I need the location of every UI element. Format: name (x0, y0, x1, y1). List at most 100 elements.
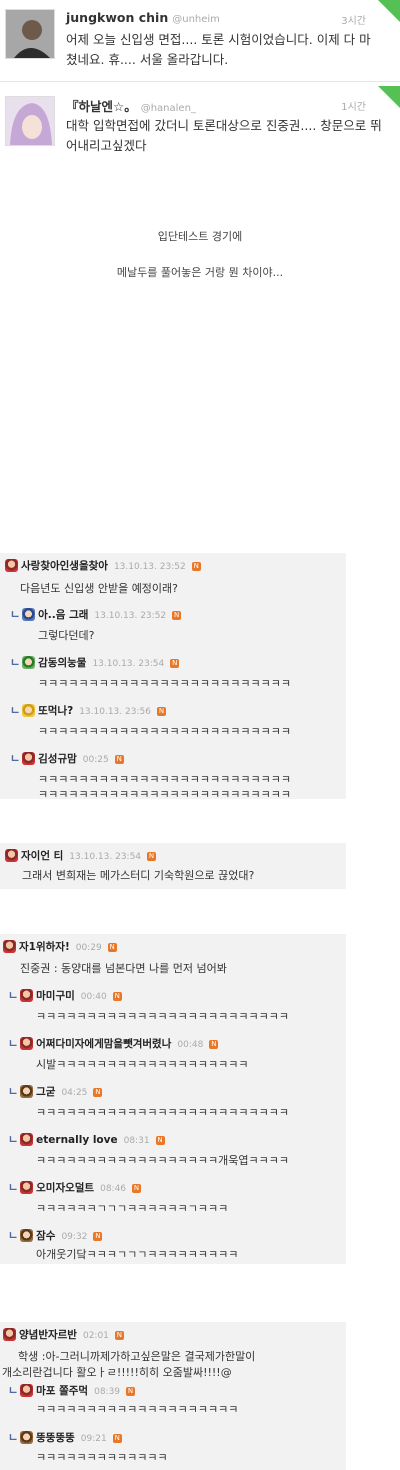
tweet-time[interactable]: 1시간 (341, 98, 366, 113)
user-level-icon (22, 703, 36, 717)
user-level-icon (22, 655, 36, 669)
new-badge-icon: N (107, 942, 117, 952)
avatar[interactable] (5, 9, 55, 59)
tweet-author[interactable]: 『하날엔☆。 @hanalen_ (66, 96, 196, 115)
tweet-author[interactable]: jungkwon chin @unheim (66, 10, 220, 25)
reply-date: 08:31 (123, 1136, 150, 1146)
reply-nick[interactable]: 잠수 (36, 1230, 55, 1242)
reply-date: 13.10.13. 23:52 (94, 611, 167, 621)
new-badge-icon: N (191, 561, 201, 571)
caption-line-2: 메날두를 풀어놓은 거랑 뭔 차이야... (116, 266, 284, 279)
reply-header: ㄴ 아..음 그래 13.10.13. 23:52 N (10, 606, 182, 622)
new-badge-icon: N (170, 658, 180, 668)
reply-text: ㅋㅋㅋㅋㅋㅋㅋㅋㅋㅋㅋㅋㅋㅋㅋㅋㅋㅋ개욱엽ㅋㅋㅋㅋ (36, 1154, 289, 1167)
reply-text: ㅋㅋㅋㅋㅋㅋㅋㅋㅋㅋㅋㅋㅋㅋㅋㅋㅋㅋㅋㅋㅋㅋㅋㅋㅋ (36, 1106, 289, 1119)
comment-nick[interactable]: 양념반자르반 (19, 1329, 77, 1341)
reply-header: ㄴ 어쩌다미자에게맘을뺏겨버렸나 00:48 N (8, 1035, 219, 1051)
comment-nick[interactable]: 자이언 티 (21, 850, 63, 862)
reply-arrow-icon: ㄴ (8, 1181, 19, 1194)
user-level-icon (20, 1228, 34, 1242)
new-badge-icon: N (126, 1386, 136, 1396)
reply-nick[interactable]: 그굳 (36, 1086, 55, 1098)
reply-text: ㅋㅋㅋㅋㅋㅋㅋㅋㅋㅋㅋㅋㅋ (36, 1451, 168, 1464)
reply-header: ㄴ 또먹나? 13.10.13. 23:56 N (10, 702, 166, 718)
user-level-icon (20, 988, 34, 1002)
reply-text: 아개웃기닼ㅋㅋㅋㄱㄱㄱㅋㅋㅋㅋㅋㅋㅋㅋㅋ (36, 1248, 239, 1261)
reply-nick[interactable]: 김성규맘 (38, 753, 77, 765)
reply-nick[interactable]: 감동의눙물 (38, 657, 86, 669)
comment-header: 양념반자르반 02:01 N (3, 1327, 124, 1342)
reply-nick[interactable]: 또먹나? (38, 705, 73, 717)
tweet-1: jungkwon chin @unheim 3시간 어제 오늘 신입생 면접...… (0, 0, 400, 82)
comment-header: 자이언 티 13.10.13. 23:54 N (5, 848, 157, 863)
comment-nick[interactable]: 사랑찾아인생을찾아 (21, 560, 108, 572)
retweet-corner-icon[interactable] (378, 86, 400, 108)
reply-date: 09:21 (80, 1434, 107, 1444)
new-badge-icon: N (112, 1433, 122, 1443)
user-level-icon (20, 1430, 34, 1444)
reply-header: ㄴ 마미구미 00:40 N (8, 987, 122, 1003)
reply-text: ㅋㅋㅋㅋㅋㅋㅋㅋㅋㅋㅋㅋㅋㅋㅋㅋㅋㅋㅋㅋㅋㅋㅋㅋㅋ (38, 788, 291, 801)
new-badge-icon: N (132, 1183, 142, 1193)
reply-text: ㅋㅋㅋㅋㅋㅋㅋㅋㅋㅋㅋㅋㅋㅋㅋㅋㅋㅋㅋㅋㅋㅋㅋㅋㅋ (38, 773, 291, 786)
reply-nick[interactable]: 뚱뚱뚱뚱 (36, 1432, 75, 1444)
reply-date: 08:39 (94, 1387, 121, 1397)
tweet-text: 어제 오늘 신입생 면접.... 토론 시험이었습니다. 이제 다 마쳤네요. … (66, 32, 371, 67)
reply-header: ㄴ 김성규맘 00:25 N (10, 750, 124, 766)
new-badge-icon: N (114, 1330, 124, 1340)
tweet-handle[interactable]: @hanalen_ (141, 103, 196, 114)
comment-date: 02:01 (82, 1331, 109, 1341)
user-level-icon (3, 1327, 16, 1341)
reply-text: ㅋㅋㅋㅋㅋㅋㅋㅋㅋㅋㅋㅋㅋㅋㅋㅋㅋㅋㅋㅋㅋㅋㅋㅋㅋ (38, 725, 291, 738)
new-badge-icon: N (156, 706, 166, 716)
reply-nick[interactable]: 어쩌다미자에게맘을뺏겨버렸나 (36, 1038, 171, 1050)
comment-text: 진중권 : 동양대를 넘본다면 나를 먼저 넘어봐 (20, 962, 227, 975)
reply-nick[interactable]: 마미구미 (36, 990, 75, 1002)
retweet-corner-icon[interactable] (378, 0, 400, 22)
comment-text: 그래서 변희재는 메가스터디 기숙학원으로 끊었대? (22, 869, 255, 882)
user-level-icon (20, 1180, 34, 1194)
reply-arrow-icon: ㄴ (8, 1229, 19, 1242)
comment-date: 13.10.13. 23:52 (113, 562, 186, 572)
comment-header: 사랑찾아인생을찾아 13.10.13. 23:52 N (5, 558, 201, 573)
tweet-time[interactable]: 3시간 (341, 12, 366, 27)
user-level-icon (5, 558, 18, 572)
tweet-handle[interactable]: @unheim (172, 14, 220, 25)
reply-date: 00:40 (80, 992, 107, 1002)
comment-nick[interactable]: 자1위하자! (19, 941, 70, 953)
reply-text: ㅋㅋㅋㅋㅋㅋㅋㅋㅋㅋㅋㅋㅋㅋㅋㅋㅋㅋㅋㅋ (36, 1403, 239, 1416)
reply-nick[interactable]: 오미자오덜트 (36, 1182, 94, 1194)
new-badge-icon: N (114, 754, 124, 764)
tweet-2: 『하날엔☆。 @hanalen_ 1시간 대학 입학면접에 갔더니 토론대상으로 … (0, 86, 400, 164)
new-badge-icon: N (172, 610, 182, 620)
reply-header: ㄴ 마포 쫄주먹 08:39 N (8, 1382, 136, 1398)
reply-arrow-icon: ㄴ (8, 1037, 19, 1050)
reply-nick[interactable]: 마포 쫄주먹 (36, 1385, 88, 1397)
reply-date: 13.10.13. 23:54 (92, 659, 165, 669)
avatar-illustration (6, 97, 54, 145)
reply-date: 00:48 (177, 1040, 204, 1050)
reply-text: ㅋㅋㅋㅋㅋㅋㅋㅋㅋㅋㅋㅋㅋㅋㅋㅋㅋㅋㅋㅋㅋㅋㅋㅋㅋ (36, 1010, 289, 1023)
user-level-icon (22, 751, 36, 765)
reply-date: 00:25 (82, 755, 109, 765)
avatar[interactable] (5, 96, 55, 146)
comment-header: 자1위하자! 00:29 N (3, 939, 117, 954)
user-level-icon (20, 1084, 34, 1098)
reply-nick[interactable]: eternally love (36, 1134, 117, 1146)
new-badge-icon: N (155, 1135, 165, 1145)
reply-header: ㄴ 오미자오덜트 08:46 N (8, 1179, 142, 1195)
comment-date: 00:29 (75, 943, 102, 953)
reply-arrow-icon: ㄴ (10, 704, 21, 717)
reply-header: ㄴ eternally love 08:31 N (8, 1131, 165, 1147)
user-level-icon (20, 1132, 34, 1146)
tweet-text: 대학 입학면접에 갔더니 토론대상으로 진중권.... 창문으로 뛰어내리고싶겠… (66, 118, 382, 153)
reply-header: ㄴ 뚱뚱뚱뚱 09:21 N (8, 1429, 122, 1445)
reply-nick[interactable]: 아..음 그래 (38, 609, 88, 621)
reply-text: ㅋㅋㅋㅋㅋㅋㅋㅋㅋㅋㅋㅋㅋㅋㅋㅋㅋㅋㅋㅋㅋㅋㅋㅋㅋ (38, 677, 291, 690)
reply-text: 그렇다던데? (38, 629, 95, 642)
new-badge-icon: N (93, 1231, 103, 1241)
avatar-photo (6, 10, 54, 58)
user-level-icon (3, 939, 16, 953)
reply-arrow-icon: ㄴ (10, 752, 21, 765)
comment-text: 학생 :아-그러니까제가하고싶은말은 결국제가한말이 (18, 1350, 256, 1363)
